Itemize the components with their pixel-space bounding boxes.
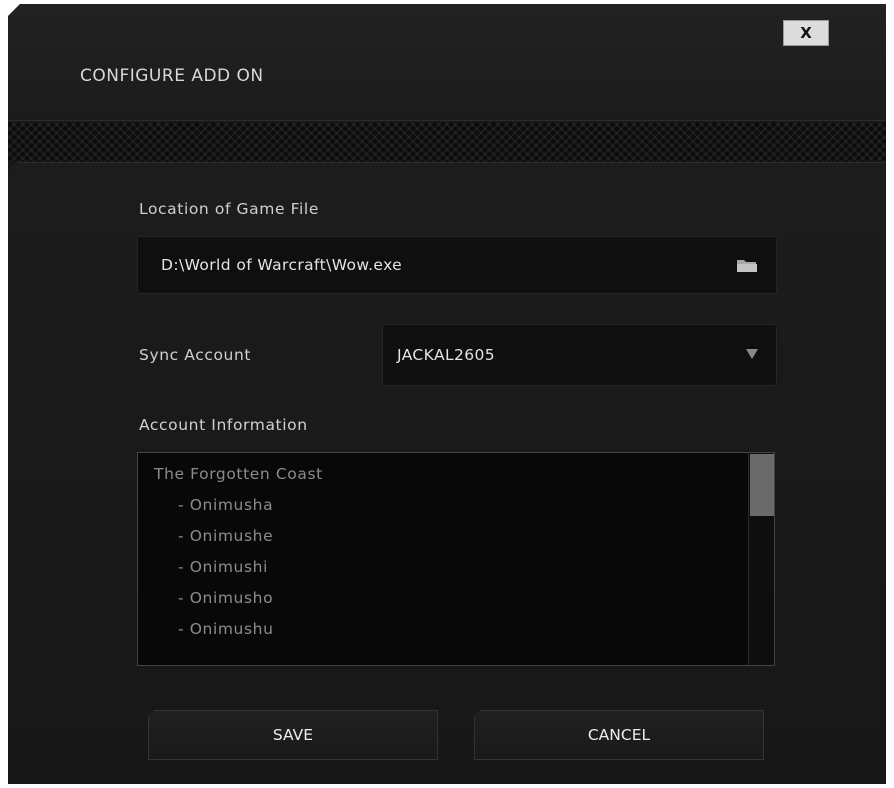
chevron-down-icon[interactable] <box>746 349 758 359</box>
list-item-realm[interactable]: The Forgotten Coast <box>154 465 323 483</box>
sync-account-label: Sync Account <box>139 346 252 364</box>
dialog-title: CONFIGURE ADD ON <box>80 66 264 86</box>
save-button[interactable]: SAVE <box>148 710 438 760</box>
account-information-label: Account Information <box>139 416 308 434</box>
configure-add-on-dialog: CONFIGURE ADD ON X Location of Game File… <box>8 4 886 784</box>
sync-account-dropdown[interactable]: JACKAL2605 <box>382 324 777 386</box>
game-file-label: Location of Game File <box>139 200 319 218</box>
scrollbar-thumb[interactable] <box>750 454 774 516</box>
folder-icon[interactable] <box>736 258 758 273</box>
list-item-character[interactable]: - Onimusho <box>178 589 273 607</box>
dialog-header: CONFIGURE ADD ON X <box>8 4 886 121</box>
game-file-path: D:\World of Warcraft\Wow.exe <box>161 256 403 274</box>
list-item-character[interactable]: - Onimushe <box>178 527 273 545</box>
cancel-button[interactable]: CANCEL <box>474 710 764 760</box>
list-item-character[interactable]: - Onimushu <box>178 620 274 638</box>
game-file-path-field[interactable]: D:\World of Warcraft\Wow.exe <box>137 236 777 294</box>
close-button[interactable]: X <box>783 20 829 46</box>
account-information-list[interactable]: The Forgotten Coast - Onimusha - Onimush… <box>137 452 775 666</box>
sync-account-value: JACKAL2605 <box>397 346 496 364</box>
list-item-character[interactable]: - Onimusha <box>178 496 273 514</box>
list-item-character[interactable]: - Onimushi <box>178 558 268 576</box>
header-divider <box>8 122 886 162</box>
list-scrollbar[interactable] <box>748 453 774 665</box>
